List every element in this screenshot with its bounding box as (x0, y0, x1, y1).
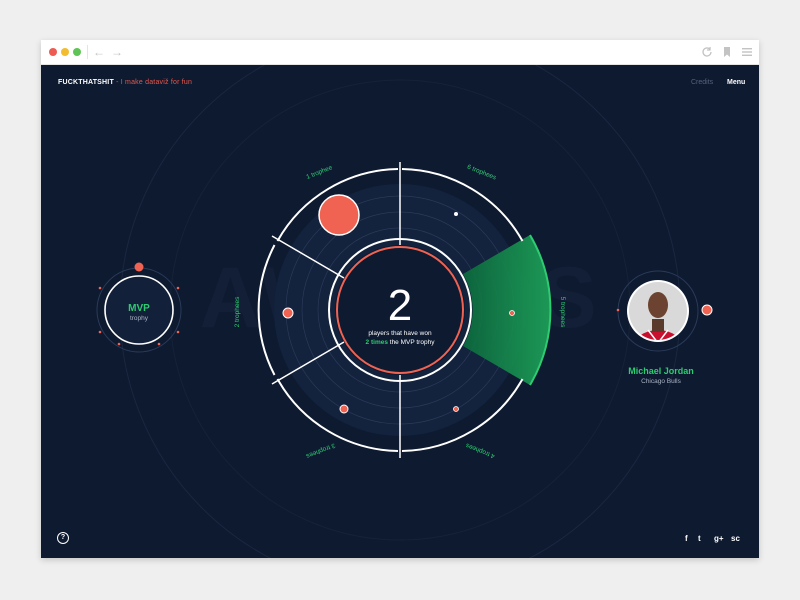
back-arrow-icon[interactable]: ← (93, 44, 105, 60)
player-photo: BULLS 23 (629, 282, 687, 347)
player-neck (652, 319, 664, 332)
data-point-small[interactable] (454, 212, 458, 216)
center-highlight: 2 times (366, 339, 389, 346)
google-plus-icon[interactable]: g+ (714, 534, 724, 543)
player-tick (616, 308, 620, 312)
maximize-window-button[interactable] (73, 48, 81, 56)
close-window-button[interactable] (49, 48, 57, 56)
radial-chart: 2 players that have won 2 times the MVP … (234, 162, 566, 460)
segment-label-3: 3 trophees (304, 441, 336, 459)
browser-chrome: ← → (41, 40, 759, 65)
data-point-small[interactable] (509, 310, 515, 316)
facebook-icon[interactable]: f (685, 534, 688, 543)
bookmark-icon[interactable] (721, 45, 733, 59)
forward-arrow-icon[interactable]: → (111, 44, 123, 60)
center-line2: 2 times the MVP trophy (366, 339, 436, 346)
award-tick (176, 330, 180, 334)
segment-label-1: 1 trophee (305, 164, 333, 181)
data-point-large[interactable] (318, 194, 360, 236)
award-sub: trophy (130, 315, 149, 322)
browser-window: ← → AWARDS (41, 40, 759, 558)
soundcloud-icon[interactable]: sc (731, 534, 740, 543)
center-line2-rest: the MVP trophy (388, 339, 435, 346)
segment-label-5: 5 trophees (559, 297, 566, 328)
minimize-window-button[interactable] (61, 48, 69, 56)
data-point[interactable] (282, 307, 294, 319)
awards-visualization: AWARDS MVP trophy (96, 65, 713, 558)
segment-label-2: 2 trophees (234, 296, 241, 327)
player-name: Michael Jordan (628, 366, 694, 376)
award-tick (117, 342, 121, 346)
hamburger-menu-icon[interactable] (741, 45, 753, 59)
player-head (648, 292, 668, 318)
app-canvas: AWARDS MVP trophy (41, 65, 759, 558)
brand-name: FUCKTHATSHIT (58, 79, 114, 86)
player-team: Chicago Bulls (641, 378, 681, 385)
player-card[interactable]: BULLS 23 Michael Jordan Chicago Bulls (616, 270, 713, 385)
twitter-icon[interactable]: t (698, 534, 701, 543)
award-selector[interactable]: MVP trophy (96, 262, 182, 353)
data-point[interactable] (339, 404, 349, 414)
chrome-divider (87, 45, 88, 59)
menu-link[interactable]: Menu (727, 79, 745, 86)
award-marker-dot (134, 262, 144, 272)
center-line1: players that have won (368, 330, 432, 337)
brand[interactable]: FUCKTHATSHIT - I make dataviž for fun (58, 79, 192, 86)
segment-label-6: 6 trophees (466, 164, 498, 182)
center-count: 2 (388, 281, 412, 330)
jersey-text: BULLS (651, 342, 666, 347)
help-icon[interactable]: ? (57, 532, 69, 544)
award-tick (98, 286, 102, 290)
data-point-small[interactable] (453, 406, 459, 412)
brand-tagline: - I make dataviž for fun (113, 79, 193, 86)
award-tick (176, 286, 180, 290)
credits-link[interactable]: Credits (691, 79, 713, 86)
refresh-icon[interactable] (701, 45, 713, 59)
award-tick (157, 342, 161, 346)
award-tick (98, 330, 102, 334)
segment-label-4: 4 trophees (464, 441, 496, 459)
award-name: MVP (128, 303, 150, 314)
player-marker-dot (701, 304, 713, 316)
